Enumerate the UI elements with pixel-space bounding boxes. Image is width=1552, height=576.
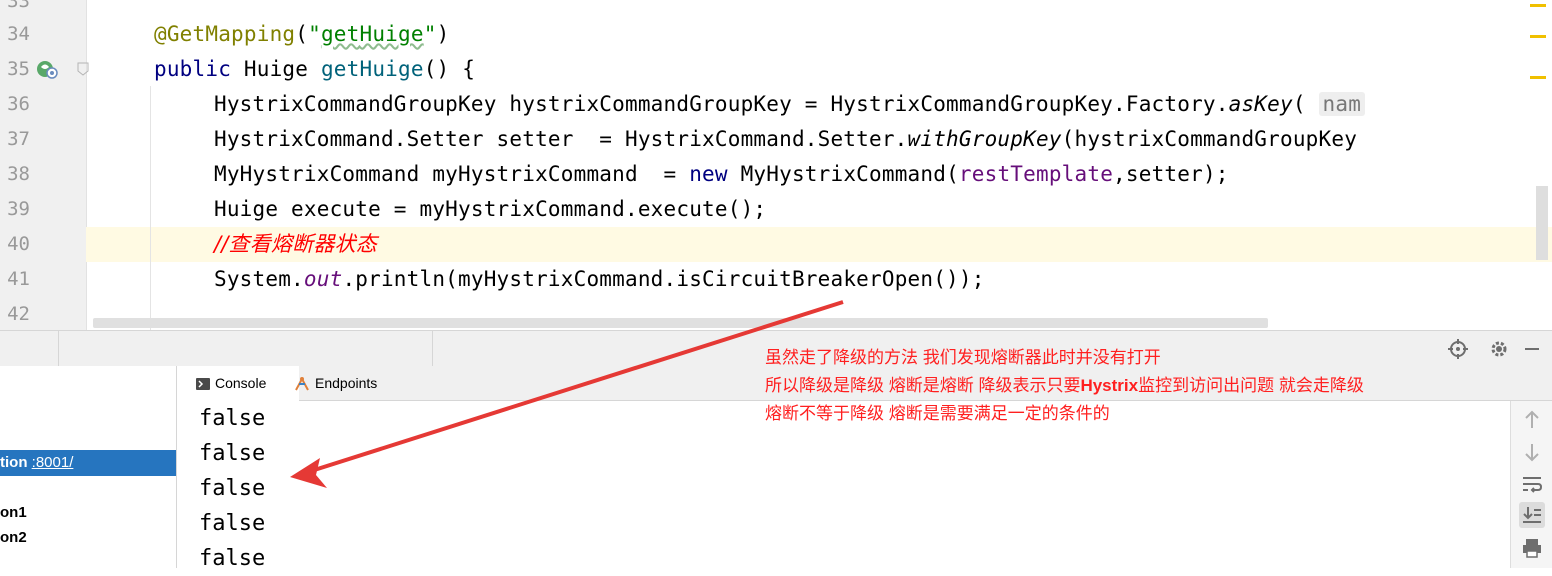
tab-endpoints[interactable]: Endpoints — [293, 366, 393, 400]
tree-item-application[interactable]: tion :8001/ — [0, 450, 176, 476]
annotation-line-2: 所以降级是降级 熔断是熔断 降级表示只要Hystrix监控到访问出问题 就会走降… — [765, 376, 1364, 395]
vertical-scrollbar[interactable] — [1536, 186, 1548, 260]
console-line: false — [199, 406, 266, 431]
tree-item-application-2[interactable]: on2 — [0, 525, 176, 551]
annotation-line-1: 虽然走了降级的方法 我们发现熔断器此时并没有打开 — [765, 348, 1161, 367]
arrow-up-icon[interactable] — [1519, 407, 1545, 433]
soft-wrap-icon[interactable] — [1519, 471, 1545, 497]
gear-icon[interactable] — [1488, 338, 1510, 360]
annotation-token: @GetMapping — [154, 22, 296, 46]
error-stripe-marker[interactable] — [1530, 4, 1546, 7]
port-link[interactable]: :8001/ — [32, 454, 74, 471]
code-line-37: HystrixCommand.Setter setter = HystrixCo… — [214, 127, 1358, 151]
print-icon[interactable] — [1519, 535, 1545, 561]
code-line-35: public Huige getHuige() { — [154, 57, 476, 81]
console-line: false — [199, 476, 266, 501]
tab-console[interactable]: Console — [177, 366, 299, 402]
services-tree[interactable]: tion :8001/ on1 on2 — [0, 366, 177, 568]
endpoints-icon — [295, 377, 309, 391]
divider — [432, 331, 433, 367]
arrow-down-icon[interactable] — [1519, 439, 1545, 465]
error-stripe-marker[interactable] — [1530, 76, 1546, 79]
scroll-to-end-icon — [1523, 507, 1541, 523]
code-line-36: HystrixCommandGroupKey hystrixCommandGro… — [0, 87, 1552, 122]
console-side-toolbar — [1510, 401, 1552, 568]
minimize-icon[interactable] — [1521, 338, 1543, 360]
line-number: 42 — [7, 303, 30, 325]
crosshair-icon[interactable] — [1447, 338, 1469, 360]
console-line: false — [199, 441, 266, 466]
horizontal-scrollbar[interactable] — [93, 318, 1268, 328]
scroll-to-end-button[interactable] — [1519, 502, 1545, 528]
console-line: false — [199, 546, 266, 571]
annotation-line-3: 熔断不等于降级 熔断是需要满足一定的条件的 — [765, 404, 1110, 423]
divider — [58, 331, 59, 367]
parameter-hint: nam — [1318, 92, 1366, 116]
console-line: false — [199, 511, 266, 536]
annotation-note: 虽然走了降级的方法 我们发现熔断器此时并没有打开 所以降级是降级 熔断是熔断 降… — [765, 344, 1364, 428]
code-editor[interactable]: 33 34 35 36 37 38 39 40 41 42 @GetMappin… — [0, 0, 1552, 330]
code-line-38: MyHystrixCommand myHystrixCommand = new … — [214, 162, 1229, 186]
console-icon — [196, 378, 210, 391]
code-line-40: //查看熔断器状态 — [0, 227, 1552, 262]
code-line-41: System.out.println(myHystrixCommand.isCi… — [214, 267, 985, 291]
error-stripe-marker[interactable] — [1530, 35, 1546, 38]
tree-item-application-1[interactable]: on1 — [0, 500, 176, 526]
code-line-34: @GetMapping("getHuige") — [154, 22, 450, 46]
code-comment: //查看熔断器状态 — [214, 232, 377, 256]
code-line-39: Huige execute = myHystrixCommand.execute… — [214, 197, 767, 221]
